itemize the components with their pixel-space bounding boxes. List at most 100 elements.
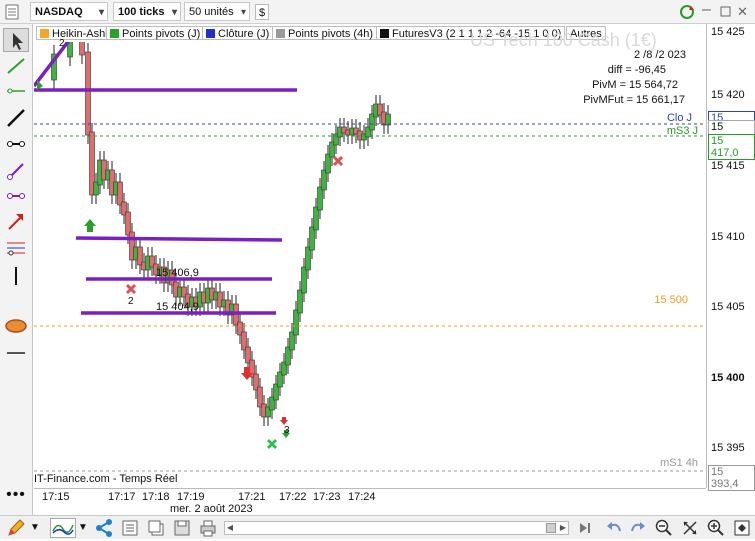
info-pivm: PivM = 15 564,72: [592, 79, 678, 91]
clo-j-label: Clo J: [666, 112, 692, 124]
price-axis[interactable]: 15 425 15 420 15 415 15 410 15 405 15 40…: [706, 24, 755, 491]
currency-toggle[interactable]: $: [255, 4, 269, 20]
legend-color-swatch: [206, 29, 215, 38]
level-15500-label: 15 500: [654, 294, 688, 306]
legend-color-swatch: [380, 29, 389, 38]
share-icon[interactable]: [94, 518, 114, 538]
price-annotation: 15 406,9: [156, 267, 199, 279]
y-tick: 15 410: [711, 231, 745, 243]
fit-icon[interactable]: [732, 518, 752, 538]
scroll-end-icon[interactable]: [575, 518, 595, 538]
x-tick: 17:23: [313, 491, 341, 503]
dropdown-chevron-icon[interactable]: ▼: [78, 518, 90, 538]
x-date-label: mer. 2 août 2023: [170, 503, 253, 515]
candles-layer: [51, 31, 391, 426]
arrow-red-icon[interactable]: [3, 210, 29, 234]
maximize-icon[interactable]: [719, 2, 733, 21]
chart-scrollbar[interactable]: ◀ ▶: [224, 521, 569, 535]
price-chart[interactable]: 2 /8 /2 023 diff = -96,45 PivM = 15 564,…: [32, 31, 706, 488]
scroll-thumb[interactable]: [546, 523, 556, 533]
info-pivmfut: PivMFut = 15 661,17: [583, 94, 685, 106]
data-source-label: IT-Finance.com - Temps Réel: [34, 473, 178, 485]
zoom-reset-icon[interactable]: [680, 518, 700, 538]
y-tick: 15 425: [711, 26, 745, 38]
cross-green-icon: [266, 438, 278, 450]
x-tick: 17:24: [348, 491, 376, 503]
x-tick: 17:21: [238, 491, 266, 503]
price-annotation: 15 404,9: [156, 301, 199, 313]
ellipse-tool-icon[interactable]: [3, 314, 29, 338]
ms3-price-box: 15 417,0: [708, 134, 755, 160]
candle-body: [301, 266, 307, 294]
signal-number: 3: [284, 425, 290, 436]
legend-pivots-j[interactable]: Points pivots (J): [106, 26, 205, 40]
ms1-4h-label: mS1 4h: [660, 457, 698, 469]
sell-arrow-small-icon: [280, 417, 288, 425]
properties-icon[interactable]: [120, 518, 140, 538]
info-date: 2 /8 /2 023: [634, 49, 686, 61]
pencil-icon[interactable]: [6, 518, 26, 538]
ms1-price-box: 15 393,4: [708, 465, 755, 491]
x-tick: 17:19: [177, 491, 205, 503]
undo-icon[interactable]: [604, 518, 624, 538]
drawing-toolbar: •••: [0, 24, 33, 515]
purple-line-2: [75, 236, 283, 242]
candle-body: [309, 226, 315, 251]
zoom-in-icon[interactable]: [706, 518, 726, 538]
symbol-select[interactable]: NASDAQ: [30, 2, 108, 22]
redo-icon[interactable]: [628, 518, 648, 538]
candle-body: [85, 51, 91, 136]
candle-body: [293, 309, 299, 336]
separator-line-icon: [3, 341, 29, 365]
trendline-green-icon[interactable]: [3, 54, 29, 78]
y-tick: 15 395: [711, 442, 745, 454]
y-tick: 15 405: [711, 301, 745, 313]
candle-body: [385, 113, 391, 126]
legend-heikin-ashi[interactable]: Heikin-Ashi: [36, 26, 112, 40]
candle-body: [297, 289, 303, 314]
save-icon[interactable]: [172, 518, 192, 538]
ticks-select[interactable]: 100 ticks: [113, 2, 181, 22]
candle-body: [79, 39, 85, 56]
print-icon[interactable]: [198, 518, 218, 538]
y-tick: 15 420: [711, 89, 745, 101]
candle-body: [313, 206, 319, 231]
horizontal-line-icon[interactable]: [3, 79, 29, 103]
y-tick: 15 400: [711, 372, 745, 384]
legend-color-swatch: [40, 29, 49, 38]
legend-color-swatch: [110, 29, 119, 38]
minimize-icon[interactable]: –: [702, 2, 718, 21]
copy-icon[interactable]: [146, 518, 166, 538]
hline-purple-icon[interactable]: [3, 184, 29, 208]
close-icon[interactable]: ✕: [737, 2, 751, 21]
time-axis[interactable]: 17:15 17:17 17:18 17:19 17:21 17:22 17:2…: [34, 488, 706, 515]
units-select[interactable]: 50 unités: [184, 2, 250, 22]
menu-icon[interactable]: [2, 2, 22, 21]
scroll-right-icon[interactable]: ▶: [558, 522, 568, 534]
fibonacci-icon[interactable]: [3, 236, 29, 260]
cursor-tool-icon[interactable]: [3, 28, 29, 52]
buy-arrow-icon: [84, 219, 96, 232]
candle-body: [125, 211, 131, 236]
scroll-left-icon[interactable]: ◀: [225, 522, 235, 534]
dropdown-chevron-icon[interactable]: ▼: [30, 518, 42, 538]
info-diff: diff = -96,45: [607, 64, 666, 76]
candle-body: [317, 186, 323, 211]
refresh-icon[interactable]: [677, 2, 697, 21]
candle-body: [305, 246, 311, 271]
cross-red-icon: [125, 283, 137, 295]
signal-number: 2: [59, 38, 65, 49]
vertical-line-icon[interactable]: [3, 264, 29, 288]
legend-cloture-j[interactable]: Clôture (J): [202, 26, 274, 40]
line-tool-icon[interactable]: [3, 106, 29, 130]
y-tick: 15 415: [711, 160, 745, 172]
cross-red-icon: [332, 155, 344, 167]
indicator-icon[interactable]: [50, 518, 76, 538]
legend-color-swatch: [276, 29, 285, 38]
segment-purple-icon[interactable]: [3, 159, 29, 183]
zoom-out-icon[interactable]: [654, 518, 674, 538]
segment-tool-icon[interactable]: [3, 132, 29, 156]
legend-pivots-4h[interactable]: Points pivots (4h): [272, 26, 377, 40]
more-tools-icon[interactable]: •••: [3, 487, 29, 510]
candle-body: [117, 181, 123, 206]
